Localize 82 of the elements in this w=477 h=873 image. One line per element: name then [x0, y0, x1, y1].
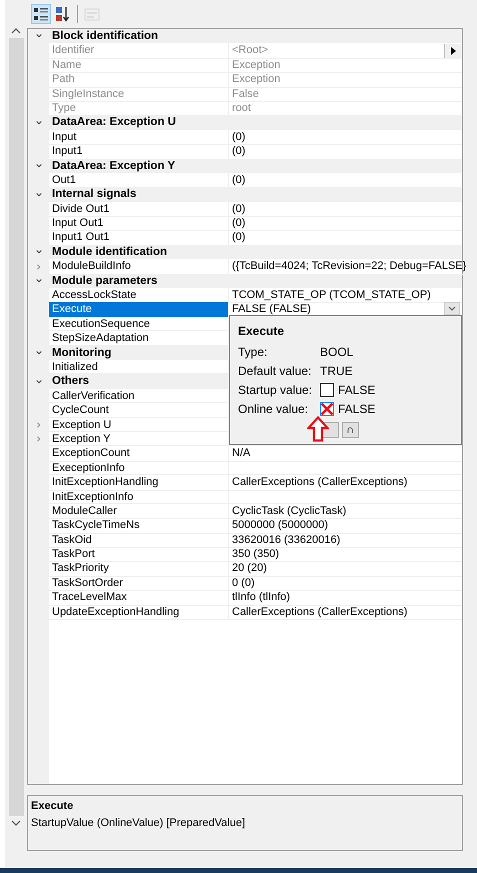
- property-value: CallerExceptions (CallerExceptions): [232, 475, 408, 490]
- checkbox[interactable]: [320, 383, 334, 398]
- property-name[interactable]: Exception Y: [49, 432, 229, 446]
- collapse-icon[interactable]: [34, 378, 42, 385]
- expand-button[interactable]: [444, 44, 462, 58]
- description-title: Execute: [31, 799, 74, 814]
- collapse-icon[interactable]: [34, 249, 42, 256]
- collapse-icon[interactable]: [34, 120, 42, 126]
- property-value: Exception: [232, 58, 280, 72]
- property-name[interactable]: ModuleCaller: [49, 504, 229, 520]
- property-name[interactable]: ExecutionSequence: [49, 316, 229, 332]
- arrow-right-icon: [451, 47, 456, 55]
- property-value: TCOM_STATE_OP (TCOM_STATE_OP): [232, 288, 431, 302]
- property-name[interactable]: Execute: [49, 302, 229, 318]
- property-name[interactable]: UpdateExceptionHandling: [49, 604, 229, 620]
- property-value: CallerExceptions (CallerExceptions): [232, 604, 408, 620]
- collapse-icon[interactable]: [34, 350, 42, 356]
- field-value: FALSE: [338, 382, 376, 400]
- property-value: FALSE (FALSE): [232, 302, 311, 317]
- property-name[interactable]: Input: [49, 130, 229, 146]
- property-name[interactable]: InitExceptionInfo: [49, 490, 229, 504]
- scroll-up-icon[interactable]: [11, 28, 21, 34]
- property-name[interactable]: TaskOid: [49, 532, 229, 548]
- expand-icon[interactable]: [34, 436, 42, 442]
- property-value: 0 (0): [232, 576, 255, 590]
- property-value: CyclicTask (CyclicTask): [232, 504, 346, 518]
- property-name[interactable]: Divide Out1: [49, 202, 229, 218]
- expand-icon[interactable]: [34, 264, 42, 270]
- property-value: 33620016 (33620016): [232, 532, 340, 548]
- categorized-icon: [33, 6, 49, 22]
- scroll-down-icon[interactable]: [11, 820, 21, 826]
- property-value: tlInfo (tlInfo): [232, 590, 290, 605]
- categorized-button[interactable]: [31, 4, 51, 24]
- property-value: 20 (20): [232, 561, 267, 576]
- arrow-up-icon: [307, 416, 329, 442]
- field-label: Online value:: [238, 401, 310, 418]
- field-value: FALSE: [338, 401, 376, 418]
- property-value: Exception: [232, 72, 280, 87]
- property-value: 350 (350): [232, 547, 280, 562]
- property-value: (0): [232, 130, 246, 144]
- property-value: (0): [232, 144, 246, 159]
- property-value: ({TcBuild=4024; TcRevision=22; Debug=FALSE}: [232, 259, 466, 274]
- collapse-icon[interactable]: [34, 192, 42, 198]
- property-value: root: [232, 100, 251, 116]
- dropdown-button[interactable]: [444, 302, 460, 316]
- scrollbar-thumb[interactable]: [8, 38, 24, 816]
- property-name[interactable]: InitExceptionHandling: [49, 475, 229, 491]
- property-name[interactable]: CycleCount: [49, 403, 229, 418]
- property-name[interactable]: ExceptionCount: [49, 446, 229, 462]
- property-name[interactable]: TaskPriority: [49, 561, 229, 577]
- chevron-down-icon: [448, 306, 456, 312]
- property-name[interactable]: ExeceptionInfo: [49, 460, 229, 476]
- property-name[interactable]: TaskSortOrder: [49, 576, 229, 592]
- expand-icon[interactable]: [34, 422, 42, 428]
- collapse-icon[interactable]: [34, 33, 42, 40]
- property-value: (0): [232, 230, 246, 245]
- property-value: (0): [232, 202, 246, 216]
- property-name[interactable]: TaskCycleTimeNs: [49, 518, 229, 534]
- field-value: TRUE: [320, 363, 353, 380]
- property-name[interactable]: TaskPort: [49, 547, 229, 562]
- property-name[interactable]: Exception U: [49, 418, 229, 432]
- field-label: Startup value:: [238, 382, 314, 400]
- property-value: 5000000 (5000000): [232, 518, 328, 533]
- property-name[interactable]: TraceLevelMax: [49, 590, 229, 606]
- property-name[interactable]: Input Out1: [49, 216, 229, 232]
- collapse-icon[interactable]: [34, 278, 42, 284]
- property-value: False: [232, 86, 259, 101]
- collapse-icon[interactable]: [34, 162, 42, 169]
- description-text: StartupValue (OnlineValue) [PreparedValue]: [31, 816, 246, 830]
- property-pages-icon: [84, 6, 100, 22]
- property-value: (0): [232, 172, 246, 188]
- field-label: Default value:: [238, 363, 312, 380]
- field-label: Type:: [238, 344, 268, 362]
- property-value: N/A: [232, 446, 250, 461]
- property-value: <Root>: [232, 43, 268, 58]
- checkbox[interactable]: [320, 402, 334, 416]
- field-value: BOOL: [320, 344, 354, 362]
- property-name[interactable]: CallerVerification: [49, 388, 229, 404]
- sort-icon: [55, 6, 71, 22]
- popup-button[interactable]: ∩: [342, 422, 359, 438]
- property-value: (0): [232, 216, 246, 230]
- popup-title: Execute: [238, 323, 286, 340]
